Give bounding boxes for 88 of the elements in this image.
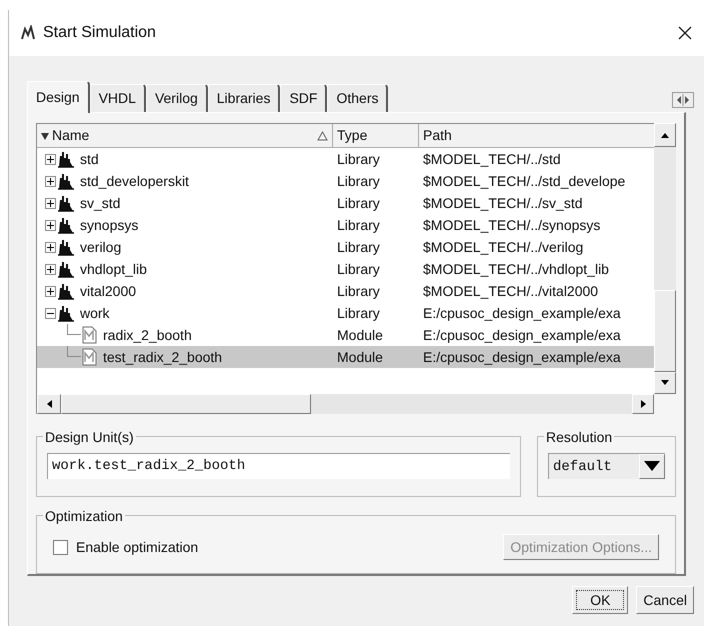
expander-icon[interactable] <box>45 308 56 318</box>
sort-menu-icon[interactable] <box>40 130 50 140</box>
tree-row[interactable]: radix_2_booth Module E:/cpusoc_design_example/exa <box>37 324 654 346</box>
item-path: $MODEL_TECH/../vital2000 <box>422 282 598 301</box>
item-path: E:/cpusoc_design_example/exa <box>422 326 621 345</box>
tree-row[interactable]: vhdlopt_lib Library $MODEL_TECH/../vhdlopt_lib <box>37 258 654 280</box>
sort-triangle-icon <box>317 130 328 140</box>
item-type: Library <box>336 172 381 191</box>
module-icon <box>82 348 98 366</box>
dialog-button[interactable]: OK <box>572 586 628 614</box>
checkbox[interactable] <box>53 540 68 555</box>
tree-row[interactable]: std_developerskit Library $MODEL_TECH/../std_develope <box>37 170 654 192</box>
dropdown-caret-icon <box>644 461 660 472</box>
item-type: Library <box>336 194 381 213</box>
item-path: $MODEL_TECH/../vhdlopt_lib <box>422 260 609 279</box>
expander-icon[interactable] <box>45 242 56 252</box>
scroll-right-icon <box>640 400 646 408</box>
item-type: Module <box>336 326 384 344</box>
item-path: $MODEL_TECH/../verilog <box>422 238 584 257</box>
column-header[interactable]: Path <box>419 124 654 147</box>
expander-icon[interactable] <box>45 176 56 186</box>
library-icon <box>57 194 75 212</box>
library-icon <box>57 260 75 278</box>
horizontal-scrollbar[interactable] <box>36 394 654 414</box>
tree-row[interactable]: work Library E:/cpusoc_design_example/exa <box>37 302 654 324</box>
item-type: Library <box>336 150 381 169</box>
checkbox-label: Enable optimization <box>76 538 198 557</box>
close-icon[interactable] <box>678 26 692 40</box>
expander-icon[interactable] <box>45 264 56 274</box>
item-path: $MODEL_TECH/../sv_std <box>422 194 582 213</box>
expander-icon[interactable] <box>45 286 56 296</box>
scroll-down-icon <box>661 380 669 386</box>
window-title: Start Simulation <box>43 23 156 43</box>
item-type: Library <box>336 304 381 323</box>
column-header[interactable]: Name <box>50 125 317 146</box>
item-type: Module <box>336 348 384 366</box>
tree-row[interactable]: std Library $MODEL_TECH/../std <box>37 148 654 170</box>
item-path: $MODEL_TECH/../synopsys <box>422 216 600 235</box>
item-name: test_radix_2_booth <box>103 348 222 367</box>
resolution-dropdown[interactable]: default <box>548 452 665 479</box>
design-unit-field[interactable]: work.test_radix_2_booth <box>47 452 510 479</box>
library-icon <box>57 238 75 256</box>
tab-scroll-icon[interactable] <box>672 92 694 108</box>
tab[interactable]: Verilog <box>146 84 208 112</box>
item-name: vital2000 <box>80 282 136 300</box>
item-type: Library <box>336 260 381 279</box>
item-name: radix_2_booth <box>103 326 192 345</box>
tree-row[interactable]: verilog Library $MODEL_TECH/../verilog <box>37 236 654 258</box>
item-name: vhdlopt_lib <box>80 260 147 279</box>
item-name: work <box>80 304 110 322</box>
tab[interactable]: Libraries <box>208 84 280 112</box>
scroll-left-icon <box>46 400 52 408</box>
library-icon <box>57 304 75 322</box>
item-type: Library <box>336 282 381 301</box>
tab[interactable]: VHDL <box>90 84 146 112</box>
item-type: Library <box>336 238 381 257</box>
vertical-scrollbar[interactable] <box>654 123 676 394</box>
dialog-button[interactable]: Cancel <box>636 586 694 614</box>
tree-row[interactable]: vital2000 Library $MODEL_TECH/../vital2000 <box>37 280 654 302</box>
expander-icon[interactable] <box>45 198 56 208</box>
tab[interactable]: Design <box>27 81 90 113</box>
module-icon <box>82 326 98 344</box>
item-name: sv_std <box>80 194 120 213</box>
item-name: synopsys <box>80 216 138 235</box>
scroll-up-icon <box>661 132 669 138</box>
library-icon <box>57 216 75 234</box>
library-icon <box>57 150 75 168</box>
item-path: $MODEL_TECH/../std_develope <box>422 172 626 191</box>
item-path: $MODEL_TECH/../std <box>422 150 561 169</box>
tree-row[interactable]: sv_std Library $MODEL_TECH/../sv_std <box>37 192 654 214</box>
expander-icon[interactable] <box>45 220 56 230</box>
item-path: E:/cpusoc_design_example/exa <box>422 348 621 367</box>
item-path: E:/cpusoc_design_example/exa <box>422 304 621 323</box>
expander-icon[interactable] <box>45 154 56 164</box>
column-header[interactable]: Type <box>333 124 419 147</box>
tree-line <box>67 324 81 335</box>
item-type: Library <box>336 216 381 235</box>
item-name: std_developerskit <box>80 172 189 191</box>
item-name: verilog <box>80 238 122 257</box>
tree-row[interactable]: test_radix_2_booth Module E:/cpusoc_design_example/exa <box>37 346 654 368</box>
library-icon <box>57 282 75 300</box>
tree-row[interactable]: synopsys Library $MODEL_TECH/../synopsys <box>37 214 654 236</box>
item-name: std <box>80 150 99 168</box>
tab[interactable]: Others <box>327 84 388 112</box>
app-icon <box>21 25 35 41</box>
tab[interactable]: SDF <box>280 84 328 112</box>
library-icon <box>57 172 75 190</box>
tree-line <box>67 346 81 357</box>
